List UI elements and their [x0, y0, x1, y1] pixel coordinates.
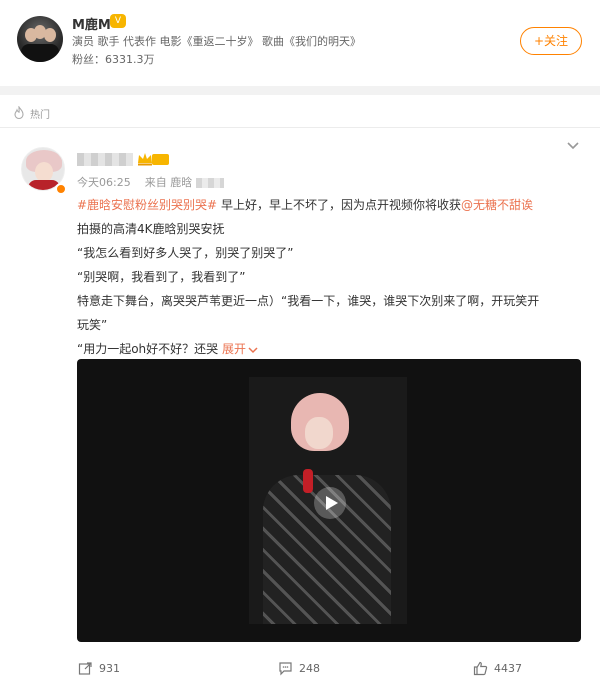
- hot-section-label: 热门: [12, 105, 50, 121]
- expand-chevron-icon[interactable]: [248, 346, 258, 354]
- share-count: 931: [99, 662, 120, 675]
- post-actions: 931 248 4437: [0, 655, 600, 683]
- post-line: 拍摄的高清4K鹿晗别哭安抚: [77, 222, 225, 236]
- play-icon[interactable]: [313, 486, 347, 520]
- member-level-badge: [152, 154, 169, 165]
- like-button[interactable]: 4437: [473, 661, 522, 676]
- author-name-blurred[interactable]: [77, 153, 133, 166]
- profile-fans-count: 粉丝：6331.3万: [72, 53, 155, 66]
- hot-label: 热门: [30, 109, 50, 121]
- vip-badge-icon: V: [110, 14, 126, 28]
- post-line: “别哭啊，我看到了，我看到了”: [77, 270, 246, 284]
- thumbs-up-icon: [473, 661, 488, 676]
- mention-link[interactable]: @无糖不甜诶: [461, 198, 533, 212]
- profile-avatar[interactable]: [17, 16, 63, 62]
- comment-icon: [279, 662, 292, 676]
- fire-icon: [14, 106, 24, 120]
- comment-button[interactable]: 248: [278, 661, 320, 676]
- like-count: 4437: [494, 662, 522, 675]
- share-button[interactable]: 931: [78, 661, 120, 676]
- verified-badge-icon: [55, 183, 67, 195]
- comment-count: 248: [299, 662, 320, 675]
- profile-name[interactable]: M鹿M: [72, 14, 111, 33]
- hashtag-link[interactable]: #鹿晗安慰粉丝别哭别哭#: [77, 198, 217, 212]
- expand-link[interactable]: 展开: [222, 342, 246, 356]
- profile-header: M鹿M V 演员 歌手 代表作 电影《重返二十岁》 歌曲《我们的明天》 粉丝：6…: [0, 0, 600, 86]
- chevron-down-icon[interactable]: [566, 141, 580, 151]
- source-blurred: [195, 178, 224, 188]
- divider: [0, 127, 600, 128]
- post-line: “用力一起oh好不好？还哭: [77, 342, 222, 356]
- post-time[interactable]: 今天06:25: [77, 176, 131, 189]
- video-player[interactable]: [77, 359, 581, 642]
- profile-description: 演员 歌手 代表作 电影《重返二十岁》 歌曲《我们的明天》: [72, 35, 361, 48]
- post-text: #鹿晗安慰粉丝别哭别哭# 早上好，早上不坏了，因为点开视频你将收获@无糖不甜诶 …: [77, 193, 587, 361]
- post-meta: 今天06:25 来自 鹿晗: [77, 174, 224, 190]
- post-line: 玩笑”: [77, 318, 108, 332]
- follow-button[interactable]: +关注: [520, 27, 582, 55]
- share-icon: [78, 662, 92, 675]
- post-line: “我怎么看到好多人哭了，别哭了别哭了”: [77, 246, 294, 260]
- post-source: 来自 鹿晗: [144, 176, 193, 189]
- post-line: 特意走下舞台，离哭哭芦苇更近一点）“我看一下，谁哭，谁哭下次别来了啊，开玩笑开: [77, 294, 540, 308]
- post-card: 热门 今天06:25 来自 鹿晗 #鹿晗安慰粉丝别哭别哭# 早上好，早上不坏了，…: [0, 95, 600, 689]
